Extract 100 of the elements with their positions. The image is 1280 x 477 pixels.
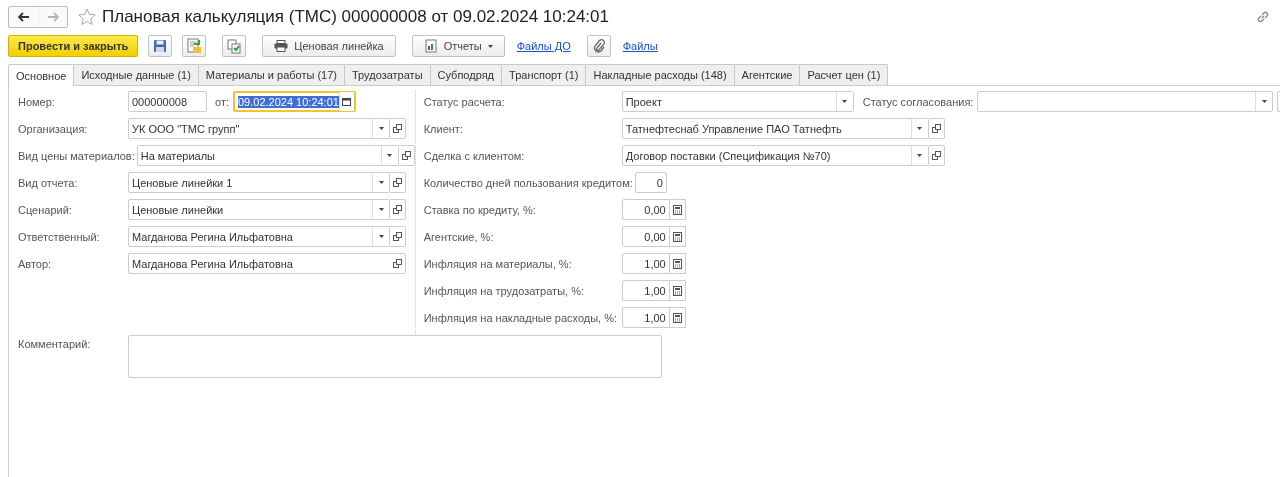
dropdown-button[interactable] [372, 173, 389, 192]
field-label: Организация: [18, 122, 89, 135]
select-field[interactable]: Магданова Регина Ильфатовна [128, 226, 390, 247]
date-field[interactable]: 09.02.2024 10:24:01 [233, 91, 356, 112]
select-field[interactable]: На материалы [136, 145, 399, 166]
calculator-icon [672, 204, 682, 215]
caret-icon [1261, 100, 1267, 103]
field-label: Номер: [18, 95, 56, 108]
field-label: Ставка по кредиту, %: [423, 203, 537, 216]
files-link[interactable]: Файлы ДО [516, 40, 571, 52]
caret-icon [487, 44, 493, 48]
field-label: Инфляция на накладные расходы, %: [423, 311, 619, 324]
link-icon[interactable] [1256, 10, 1270, 24]
copy-button[interactable] [222, 35, 247, 57]
caret-icon [378, 127, 384, 130]
open-button[interactable] [390, 226, 406, 247]
number-field[interactable]: 0,00 [621, 199, 670, 220]
report-icon [423, 39, 438, 53]
dropdown-button[interactable] [372, 227, 389, 246]
calculator-icon [672, 312, 682, 323]
tab[interactable]: Трудозатраты [344, 64, 431, 85]
tab[interactable]: Агентские [733, 64, 801, 85]
tab[interactable]: Основное [8, 64, 75, 86]
field-label: Агентские, %: [423, 230, 495, 243]
paperclip-icon [592, 39, 605, 53]
open-window-icon [393, 232, 402, 241]
caret-icon [378, 235, 384, 238]
caret-icon [378, 208, 384, 211]
open-window-icon [931, 151, 941, 160]
select-field[interactable]: Договор поставки (Спецификация №70) [621, 145, 929, 166]
tab[interactable]: Накладные расходы (148) [585, 64, 735, 85]
files-link[interactable]: Файлы [622, 40, 658, 52]
post-and-close-button[interactable]: Провести и закрыть [8, 35, 139, 57]
dropdown-button[interactable] [910, 146, 928, 165]
field-label: Количество дней пользования кредитом: [423, 176, 634, 189]
field-label: Автор: [18, 257, 53, 270]
field-label: Статус расчета: [423, 95, 506, 108]
copy-icon [226, 38, 243, 54]
window-title: Плановая калькуляция (ТМС) 000000008 от 09.02.2024 10:24:01 [102, 7, 610, 27]
star-icon[interactable] [78, 8, 96, 26]
number-field[interactable]: 1,00 [621, 253, 670, 274]
number-field[interactable]: 0 [634, 172, 667, 193]
caret-icon [917, 127, 923, 130]
open-window-icon [393, 178, 402, 187]
field-label: Клиент: [423, 122, 464, 135]
field-label: Инфляция на материалы, %: [423, 257, 573, 270]
field-label: от: [215, 95, 229, 108]
open-button[interactable] [390, 172, 406, 193]
open-button[interactable] [390, 118, 406, 139]
dropdown-button[interactable] [380, 146, 398, 165]
open-window-icon [931, 124, 941, 133]
caret-icon [842, 100, 848, 103]
field-label: Инфляция на трудозатраты, %: [423, 284, 585, 297]
save-button[interactable] [148, 35, 173, 57]
open-window-icon [393, 205, 402, 214]
field-label: Ответственный: [18, 230, 101, 243]
tab[interactable]: Субподряд [429, 64, 503, 85]
number-field[interactable]: 1,00 [621, 280, 670, 301]
calculator-icon [672, 258, 682, 269]
caret-icon [387, 154, 393, 157]
select-field[interactable]: Ценовые линейки 1 [128, 172, 390, 193]
tab[interactable]: Исходные данные (1) [73, 64, 199, 85]
dropdown-button[interactable] [910, 119, 928, 138]
select-field[interactable]: УК ООО "ТМС групп" [128, 118, 390, 139]
field-label: Комментарий: [18, 337, 92, 352]
post-button[interactable] [182, 35, 207, 57]
reports-menu-button[interactable]: Отчеты [411, 35, 505, 57]
field-label: Сделка с клиентом: [423, 149, 526, 162]
tab[interactable]: Расчет цен (1) [799, 64, 889, 85]
field-label: Вид цены материалов: [18, 149, 136, 162]
back-arrow-icon [17, 12, 30, 22]
select-field[interactable]: Проект [621, 91, 854, 112]
select-field[interactable] [977, 91, 1274, 112]
caret-icon [917, 154, 923, 157]
open-window-icon [401, 151, 411, 160]
select-field[interactable]: Ценовые линейки [128, 199, 390, 220]
dropdown-button[interactable] [372, 119, 389, 138]
tab[interactable]: Материалы и работы (17) [197, 64, 345, 85]
calendar-icon [342, 97, 352, 106]
price-line-button[interactable]: Ценовая линейка [262, 35, 396, 57]
caret-icon [378, 181, 384, 184]
dropdown-button[interactable] [372, 200, 389, 219]
dropdown-button[interactable] [1255, 92, 1273, 111]
printer-icon [274, 40, 289, 52]
calculator-icon [672, 231, 682, 242]
field-label: Вид отчета: [18, 176, 79, 189]
calendar-button[interactable] [338, 92, 354, 111]
document-arrow-icon [186, 38, 203, 54]
tab[interactable]: Транспорт (1) [501, 64, 587, 85]
number-field[interactable]: 0,00 [621, 226, 670, 247]
field-label: Сценарий: [18, 203, 73, 216]
field-label: Статус согласования: [862, 95, 974, 108]
comment-field[interactable] [128, 335, 662, 378]
number-field[interactable]: 1,00 [621, 307, 670, 328]
dropdown-button[interactable] [835, 92, 853, 111]
open-button[interactable] [390, 199, 406, 220]
number-field[interactable]: 000000008 [128, 91, 207, 112]
select-field[interactable]: Татнефтеснаб Управление ПАО Татнефть [621, 118, 929, 139]
calculator-icon [672, 285, 682, 296]
attach-button[interactable] [586, 35, 611, 57]
